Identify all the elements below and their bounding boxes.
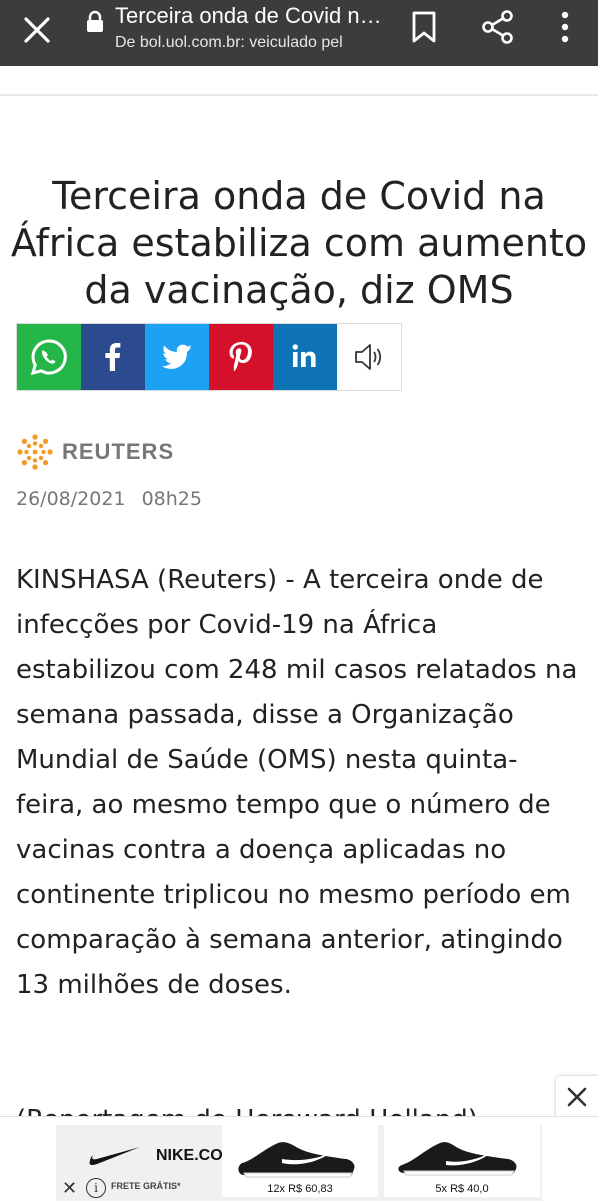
article-body: KINSHASA (Reuters) - A terceira onde de … [16, 565, 578, 1000]
article-source: REUTERS [16, 432, 174, 472]
more-options-icon[interactable] [558, 8, 572, 46]
source-name: REUTERS [62, 439, 175, 464]
close-icon[interactable] [20, 13, 54, 47]
divider [0, 94, 598, 96]
ad-dismiss-icon[interactable]: ✕ [62, 1178, 77, 1199]
ad-content[interactable]: NIKE.COM FRETE GRÁTIS* 12x R$ 60,83 5x R… [56, 1125, 542, 1201]
product-price: 12x R$ 60,83 [267, 1183, 333, 1195]
sneaker-image-icon [238, 1142, 355, 1178]
close-icon [567, 1087, 587, 1107]
whatsapp-icon [30, 339, 67, 376]
publish-time: 08h25 [141, 488, 202, 510]
bookmark-icon[interactable] [410, 10, 438, 44]
publish-date: 26/08/2021 [16, 488, 126, 510]
ad-product[interactable]: 5x R$ 40,0 [384, 1125, 540, 1197]
pinterest-share-button[interactable] [209, 324, 273, 390]
sneaker-image-icon [398, 1142, 517, 1176]
facebook-icon [105, 343, 121, 371]
product-price: 5x R$ 40,0 [435, 1183, 489, 1195]
pinterest-icon [229, 341, 252, 372]
speaker-icon [355, 344, 382, 370]
browser-toolbar: Terceira onda de Covid na África estabil… [0, 0, 598, 66]
ad-product[interactable]: 12x R$ 60,83 [222, 1125, 378, 1197]
share-bar [16, 323, 402, 391]
ad-info-icon[interactable]: i [86, 1178, 106, 1198]
twitter-share-button[interactable] [145, 324, 209, 390]
whatsapp-share-button[interactable] [17, 324, 81, 390]
page-url[interactable]: De bol.uol.com.br: veiculado pel [115, 34, 380, 52]
twitter-icon [162, 344, 192, 369]
reuters-logo-icon [17, 434, 53, 470]
page-title: Terceira onda de Covid na África estabil… [115, 3, 385, 28]
nike-swoosh-icon [89, 1147, 140, 1165]
linkedin-share-button[interactable] [273, 324, 337, 390]
audio-button[interactable] [337, 324, 401, 390]
article-headline: Terceira onda de Covid na África estabil… [10, 174, 588, 313]
facebook-share-button[interactable] [81, 324, 145, 390]
linkedin-icon [292, 344, 316, 367]
ad-close-button[interactable] [556, 1076, 598, 1118]
article-date: 26/08/2021 08h25 [16, 488, 212, 510]
lock-icon [87, 10, 103, 32]
share-icon[interactable] [480, 9, 516, 45]
ad-shipping: FRETE GRÁTIS* [111, 1181, 181, 1191]
